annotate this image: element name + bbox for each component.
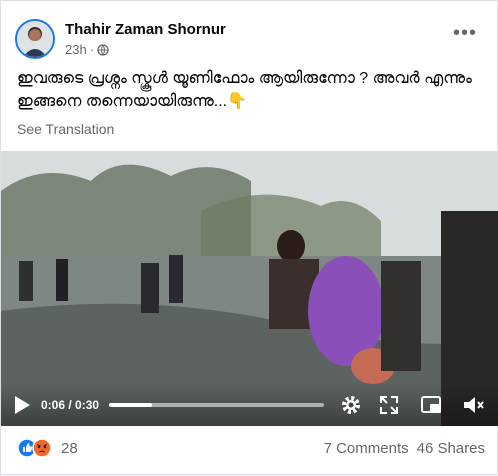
fullscreen-icon[interactable] <box>377 393 401 417</box>
post-time[interactable]: 23h <box>65 42 87 57</box>
picture-in-picture-icon[interactable] <box>419 393 443 417</box>
avatar[interactable] <box>15 19 55 59</box>
post-header: Thahir Zaman Shornur 23h · ••• <box>15 15 485 61</box>
angry-icon <box>32 438 52 458</box>
play-icon[interactable] <box>13 395 31 415</box>
settings-icon[interactable] <box>339 393 363 417</box>
shares-count[interactable]: 46 Shares <box>417 440 485 457</box>
duration: 0:30 <box>75 398 100 412</box>
meta-separator: · <box>89 42 95 57</box>
volume-icon[interactable] <box>461 393 485 417</box>
pointing-down-emoji: 👇 <box>227 93 248 110</box>
post-footer: 28 7 Comments 46 Shares <box>1 426 498 476</box>
video-time: 0:06 / 0:30 <box>41 398 99 412</box>
video-controls: 0:06 / 0:30 <box>1 383 498 426</box>
time-separator: / <box>65 398 76 412</box>
post-card: Thahir Zaman Shornur 23h · ••• ഇവരുടെ പ്… <box>0 0 498 475</box>
current-time: 0:06 <box>41 398 66 412</box>
comments-count[interactable]: 7 Comments <box>324 440 409 457</box>
see-translation-link[interactable]: See Translation <box>17 121 114 137</box>
avatar-image <box>17 21 53 57</box>
progress-bar[interactable] <box>109 403 324 407</box>
post-text: ഇവരുടെ പ്രശ്നം സ്കൂൾ യൂണിഫോം ആയിരുന്നോ ?… <box>17 67 483 113</box>
globe-icon <box>97 43 109 56</box>
post-stats: 7 Comments 46 Shares <box>324 440 485 457</box>
author-name[interactable]: Thahir Zaman Shornur <box>65 21 226 38</box>
progress-fill <box>109 403 152 407</box>
reaction-icons <box>17 438 52 458</box>
more-horizontal-icon[interactable]: ••• <box>453 23 477 43</box>
reaction-count: 28 <box>61 439 78 457</box>
post-meta: 23h · <box>65 42 109 57</box>
reactions-summary[interactable]: 28 <box>17 438 78 458</box>
